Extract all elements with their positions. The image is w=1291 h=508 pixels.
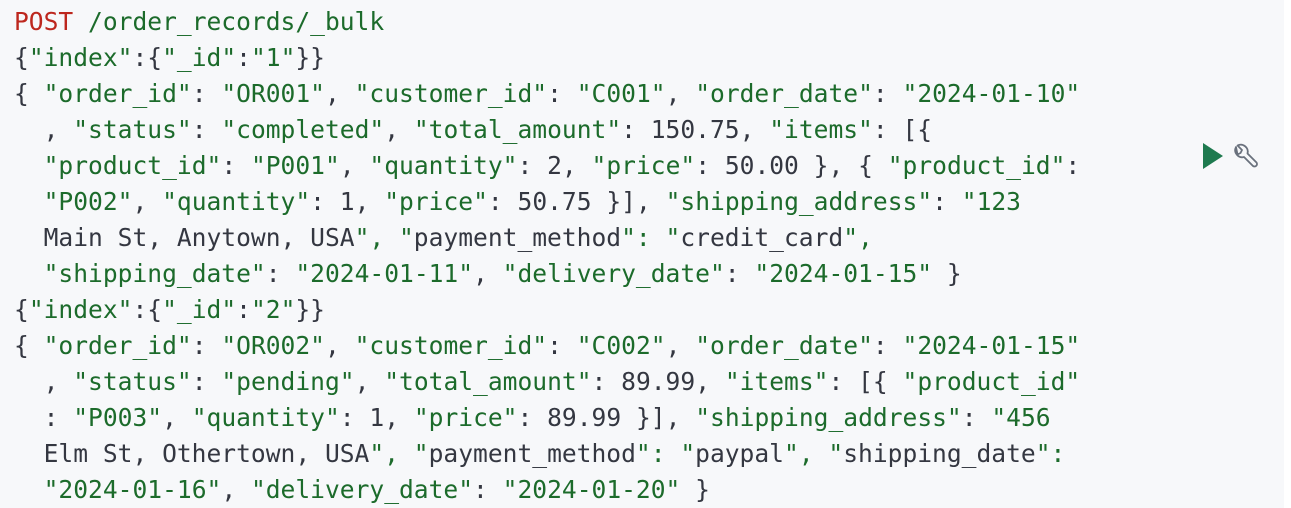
- request-body[interactable]: POST /order_records/_bulk {"index":{"_id"…: [14, 4, 1080, 508]
- code-line: : "P003", "quantity": 1, "price": 89.99 …: [14, 403, 1051, 432]
- code-line: "P002", "quantity": 1, "price": 50.75 }]…: [43, 187, 1021, 216]
- request-line: POST /order_records/_bulk: [14, 4, 1080, 40]
- http-method: POST: [14, 7, 74, 36]
- code-line: Main St, Anytown, USA", "payment_method"…: [14, 223, 873, 252]
- request-path: /order_records/_bulk: [73, 7, 385, 36]
- code-line: , "status": "completed", "total_amount":…: [14, 115, 933, 144]
- code-line: "product_id": "P001", "quantity": 2, "pr…: [43, 151, 1081, 180]
- request-actions: [1200, 138, 1280, 174]
- code-line: , "status": "pending", "total_amount": 8…: [14, 367, 1081, 396]
- code-line: { "order_id": "OR002", "customer_id": "C…: [14, 331, 1081, 360]
- code-line: "shipping_date": "2024-01-11", "delivery…: [43, 259, 962, 288]
- console-editor[interactable]: POST /order_records/_bulk {"index":{"_id"…: [0, 0, 1284, 508]
- code-line: "2024-01-16", "delivery_date": "2024-01-…: [43, 475, 710, 504]
- code-line: {"index":{"_id":"1"}}: [14, 43, 325, 72]
- code-line: { "order_id": "OR001", "customer_id": "C…: [14, 79, 1081, 108]
- play-icon[interactable]: [1200, 141, 1226, 171]
- wrench-icon[interactable]: [1230, 141, 1260, 171]
- code-line: Elm St, Othertown, USA", "payment_method…: [14, 439, 1066, 468]
- code-line: {"index":{"_id":"2"}}: [14, 295, 325, 324]
